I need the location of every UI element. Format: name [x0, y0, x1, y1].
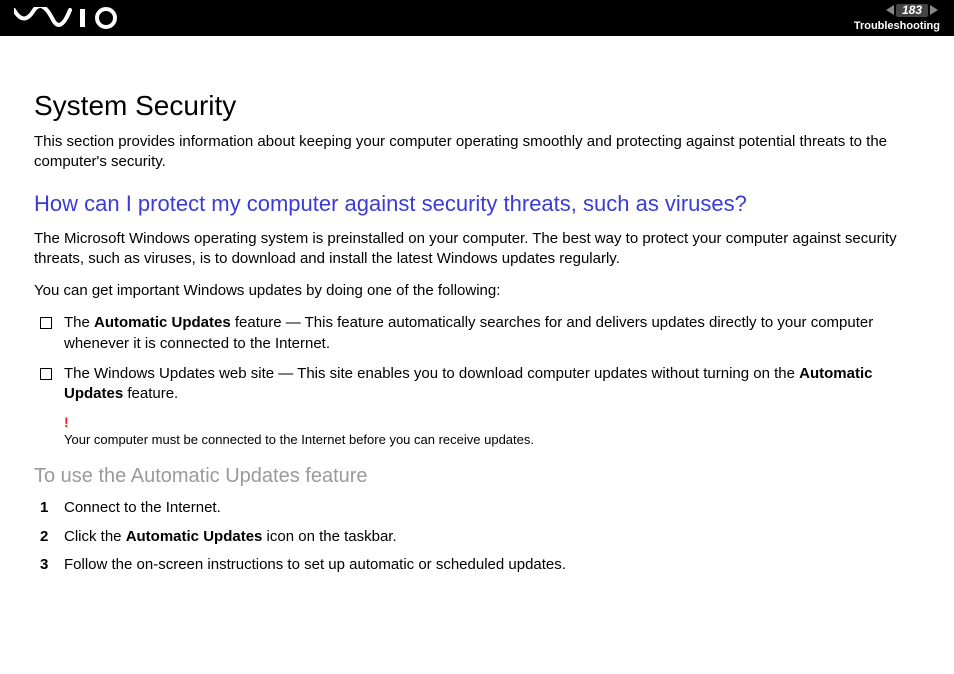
bullet1-bold: Automatic Updates: [94, 314, 231, 331]
bullet-item-2: The Windows Updates web site — This site…: [34, 364, 920, 405]
subheading: To use the Automatic Updates feature: [34, 465, 920, 488]
bullet1-pre: The: [64, 314, 94, 331]
note-block: ! Your computer must be connected to the…: [64, 414, 920, 449]
header-meta: 183 Troubleshooting: [854, 4, 940, 33]
question-heading: How can I protect my computer against se…: [34, 191, 920, 217]
bullet-item-1: The Automatic Updates feature — This fea…: [34, 313, 920, 354]
step2-post: icon on the taskbar.: [262, 528, 396, 545]
page-number: 183: [896, 4, 928, 17]
vaio-logo: [14, 7, 124, 29]
step2-pre: Click the: [64, 528, 126, 545]
page-content: System Security This section provides in…: [0, 36, 954, 603]
paragraph-2: You can get important Windows updates by…: [34, 281, 920, 301]
bullet2-pre: The Windows Updates web site — This site…: [64, 365, 799, 382]
note-text: Your computer must be connected to the I…: [64, 432, 534, 447]
page-number-badge[interactable]: 183: [884, 4, 940, 17]
step2-bold: Automatic Updates: [126, 528, 263, 545]
warning-icon: !: [64, 414, 920, 430]
steps-list: Connect to the Internet. Click the Autom…: [34, 498, 920, 575]
paragraph-1: The Microsoft Windows operating system i…: [34, 229, 920, 270]
intro-paragraph: This section provides information about …: [34, 132, 920, 173]
step-3: Follow the on-screen instructions to set…: [34, 555, 920, 575]
page-title: System Security: [34, 90, 920, 122]
bullet2-post: feature.: [123, 385, 178, 402]
step-2: Click the Automatic Updates icon on the …: [34, 527, 920, 547]
vaio-logo-icon: [14, 7, 124, 29]
prev-page-arrow-icon[interactable]: [886, 5, 894, 15]
header-bar: 183 Troubleshooting: [0, 0, 954, 36]
next-page-arrow-icon[interactable]: [930, 5, 938, 15]
section-name: Troubleshooting: [854, 20, 940, 32]
step-1: Connect to the Internet.: [34, 498, 920, 518]
bullet-list: The Automatic Updates feature — This fea…: [34, 313, 920, 404]
